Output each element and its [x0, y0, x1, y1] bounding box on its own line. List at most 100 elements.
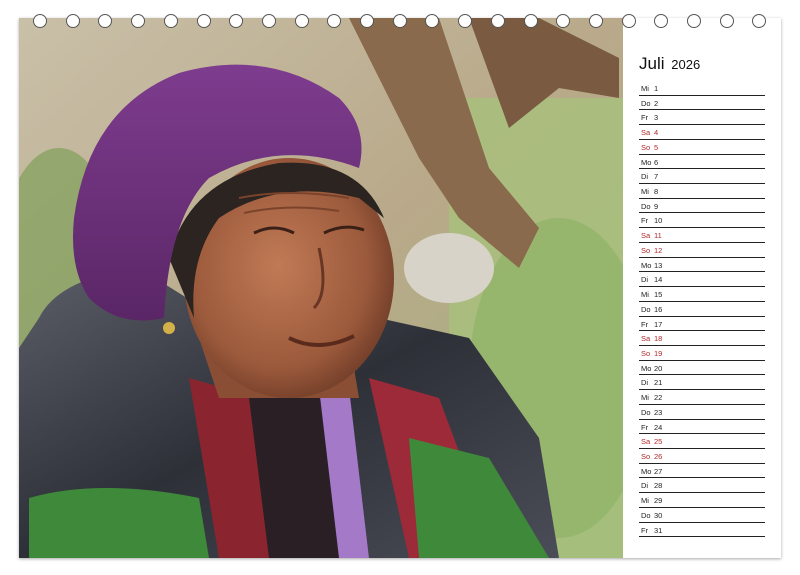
day-row: Fr 24: [639, 420, 765, 435]
weekday-label: Di: [641, 172, 649, 182]
weekday-label: Sa: [641, 437, 651, 447]
day-row: Mi 29: [639, 493, 765, 508]
month-title: Juli 2026: [639, 54, 700, 74]
date-number: 10: [654, 216, 663, 226]
binding-ring: [196, 14, 211, 28]
binding-ring: [556, 14, 571, 28]
day-row: Di 21: [639, 375, 765, 391]
calendar-page: Juli 2026 Mi 1 Do 2 Fr 3 Sa 4 So 5 Mo 6 Di 7 Mi 8 Do 9 Fr 1…: [19, 18, 781, 558]
date-number: 5: [654, 142, 659, 152]
weekday-label: So: [641, 142, 651, 152]
day-row: Do 16: [639, 302, 765, 317]
binding-ring: [425, 14, 440, 28]
date-number: 30: [654, 510, 663, 520]
date-number: 1: [654, 84, 659, 93]
weekday-label: Mi: [641, 290, 649, 300]
binding-ring: [588, 14, 603, 28]
day-row: Sa 18: [639, 331, 765, 346]
weekday-label: Mi: [641, 496, 649, 506]
day-row: So 5: [639, 140, 765, 155]
binding-ring: [33, 14, 47, 28]
weekday-label: Sa: [641, 231, 651, 241]
binding-ring: [163, 14, 178, 28]
binding-ring: [392, 14, 407, 28]
weekday-label: So: [641, 245, 651, 255]
date-number: 16: [654, 304, 663, 314]
date-number: 4: [654, 128, 659, 138]
date-number: 20: [654, 363, 663, 373]
day-row: Mi 22: [639, 390, 765, 405]
day-row: Fr 10: [639, 213, 765, 229]
binding-ring: [294, 14, 309, 28]
binding-ring: [621, 14, 636, 28]
weekday-label: Do: [641, 201, 651, 211]
date-number: 29: [654, 496, 663, 506]
weekday-label: Sa: [641, 334, 651, 344]
binding-ring: [327, 14, 342, 28]
date-number: 15: [654, 290, 663, 300]
day-row: So 26: [639, 449, 765, 464]
date-number: 21: [654, 378, 663, 388]
day-row: Di 14: [639, 272, 765, 288]
binding-ring: [65, 14, 80, 28]
weekday-label: Mi: [641, 393, 649, 403]
weekday-label: Mi: [641, 84, 649, 93]
month-name: Juli: [639, 54, 665, 73]
spiral-binding: [0, 14, 800, 34]
binding-ring: [719, 14, 734, 28]
date-number: 3: [654, 113, 659, 123]
date-number: 27: [654, 466, 663, 476]
date-number: 24: [654, 422, 663, 432]
portrait-photo: [19, 18, 623, 558]
day-list: Mi 1 Do 2 Fr 3 Sa 4 So 5 Mo 6 Di 7 Mi 8 Do 9 Fr 10 Sa 11 So 12 M…: [639, 81, 765, 538]
weekday-label: Di: [641, 275, 649, 285]
day-row: Di 7: [639, 169, 765, 185]
date-number: 31: [654, 525, 663, 535]
day-row: Mi 1: [639, 81, 765, 96]
date-number: 7: [654, 172, 659, 182]
date-number: 19: [654, 348, 663, 358]
day-row: Sa 25: [639, 434, 765, 449]
weekday-label: Do: [641, 407, 651, 417]
binding-ring: [523, 14, 538, 28]
binding-ring: [229, 14, 244, 28]
date-number: 12: [654, 245, 663, 255]
binding-ring: [752, 14, 767, 28]
binding-ring: [490, 14, 505, 28]
weekday-label: Fr: [641, 216, 649, 226]
weekday-label: Mi: [641, 187, 649, 197]
date-number: 8: [654, 187, 659, 197]
day-row: Mo 20: [639, 361, 765, 376]
day-row: Sa 11: [639, 228, 765, 243]
day-row: Do 30: [639, 508, 765, 523]
date-number: 25: [654, 437, 663, 447]
day-row: Mo 13: [639, 258, 765, 273]
binding-ring: [261, 14, 276, 28]
day-row: Sa 4: [639, 125, 765, 140]
day-row: Mo 27: [639, 464, 765, 479]
day-row: Di 28: [639, 478, 765, 494]
binding-ring: [654, 14, 669, 28]
day-row: Mi 15: [639, 287, 765, 302]
weekday-label: So: [641, 451, 651, 461]
weekday-label: Do: [641, 304, 651, 314]
day-row: Fr 17: [639, 317, 765, 332]
day-row: Fr 31: [639, 523, 765, 538]
weekday-label: Mo: [641, 363, 652, 373]
date-number: 13: [654, 260, 663, 270]
weekday-label: So: [641, 348, 651, 358]
day-row: Fr 3: [639, 110, 765, 126]
day-row: So 19: [639, 346, 765, 361]
weekday-label: Mo: [641, 466, 652, 476]
date-number: 23: [654, 407, 663, 417]
day-row: So 12: [639, 243, 765, 258]
date-number: 28: [654, 481, 663, 491]
date-number: 6: [654, 157, 659, 167]
day-row: Do 2: [639, 96, 765, 111]
day-row: Mi 8: [639, 184, 765, 199]
weekday-label: Di: [641, 481, 649, 491]
date-number: 11: [654, 231, 662, 241]
binding-ring: [360, 14, 374, 28]
date-number: 17: [654, 319, 663, 329]
date-number: 18: [654, 334, 663, 344]
